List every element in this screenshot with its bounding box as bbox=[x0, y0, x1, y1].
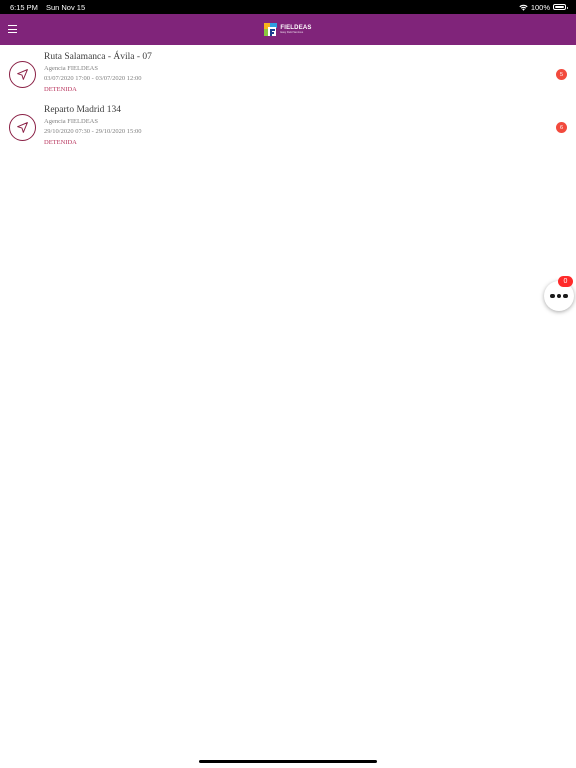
hamburger-menu-icon[interactable] bbox=[8, 22, 20, 36]
route-title: Ruta Salamanca - Ávila - 07 bbox=[44, 52, 152, 62]
status-date: Sun Nov 15 bbox=[45, 2, 86, 12]
route-status: DETENIDA bbox=[44, 138, 77, 146]
wifi-icon bbox=[519, 4, 528, 11]
battery-percent: 100% bbox=[530, 2, 550, 12]
status-bar: 6:15 PM Sun Nov 15 100% bbox=[0, 0, 576, 14]
app-bar: FIELDEAS Easy Field Services bbox=[0, 14, 576, 45]
logo-text: FIELDEAS Easy Field Services bbox=[280, 25, 311, 35]
route-text: Reparto Madrid 134 Agencia FIELDEAS 29/1… bbox=[44, 105, 142, 146]
logo-mark-icon bbox=[264, 23, 278, 36]
logo-name: FIELDEAS bbox=[280, 24, 312, 31]
route-list: Ruta Salamanca - Ávila - 07 Agencia FIEL… bbox=[0, 45, 576, 151]
route-status: DETENIDA bbox=[44, 85, 77, 93]
navigation-arrow-icon bbox=[9, 114, 36, 141]
more-dots-icon bbox=[563, 293, 568, 299]
route-item[interactable]: Reparto Madrid 134 Agencia FIELDEAS 29/1… bbox=[0, 98, 576, 151]
route-title: Reparto Madrid 134 bbox=[44, 105, 122, 115]
route-item[interactable]: Ruta Salamanca - Ávila - 07 Agencia FIEL… bbox=[0, 45, 576, 98]
more-dots-icon bbox=[550, 293, 555, 299]
logo-tagline: Easy Field Services bbox=[280, 30, 304, 34]
battery-icon bbox=[553, 4, 568, 10]
route-badge: 5 bbox=[556, 69, 567, 80]
status-right: 100% bbox=[519, 2, 568, 12]
route-badge: 6 bbox=[556, 122, 567, 133]
home-indicator[interactable] bbox=[199, 760, 377, 763]
more-dots-icon bbox=[556, 293, 562, 299]
route-agency: Agencia FIELDEAS bbox=[44, 64, 98, 72]
route-agency: Agencia FIELDEAS bbox=[44, 117, 98, 125]
status-left: 6:15 PM Sun Nov 15 bbox=[10, 3, 85, 12]
fab-badge: 0 bbox=[558, 276, 573, 287]
route-dates: 29/10/2020 07:30 - 29/10/2020 15:00 bbox=[44, 128, 142, 135]
route-text: Ruta Salamanca - Ávila - 07 Agencia FIEL… bbox=[44, 52, 152, 93]
navigation-arrow-icon bbox=[9, 61, 36, 88]
app-logo: FIELDEAS Easy Field Services bbox=[264, 23, 311, 36]
route-dates: 03/07/2020 17:00 - 03/07/2020 12:00 bbox=[44, 75, 142, 82]
status-time: 6:15 PM bbox=[10, 2, 38, 12]
